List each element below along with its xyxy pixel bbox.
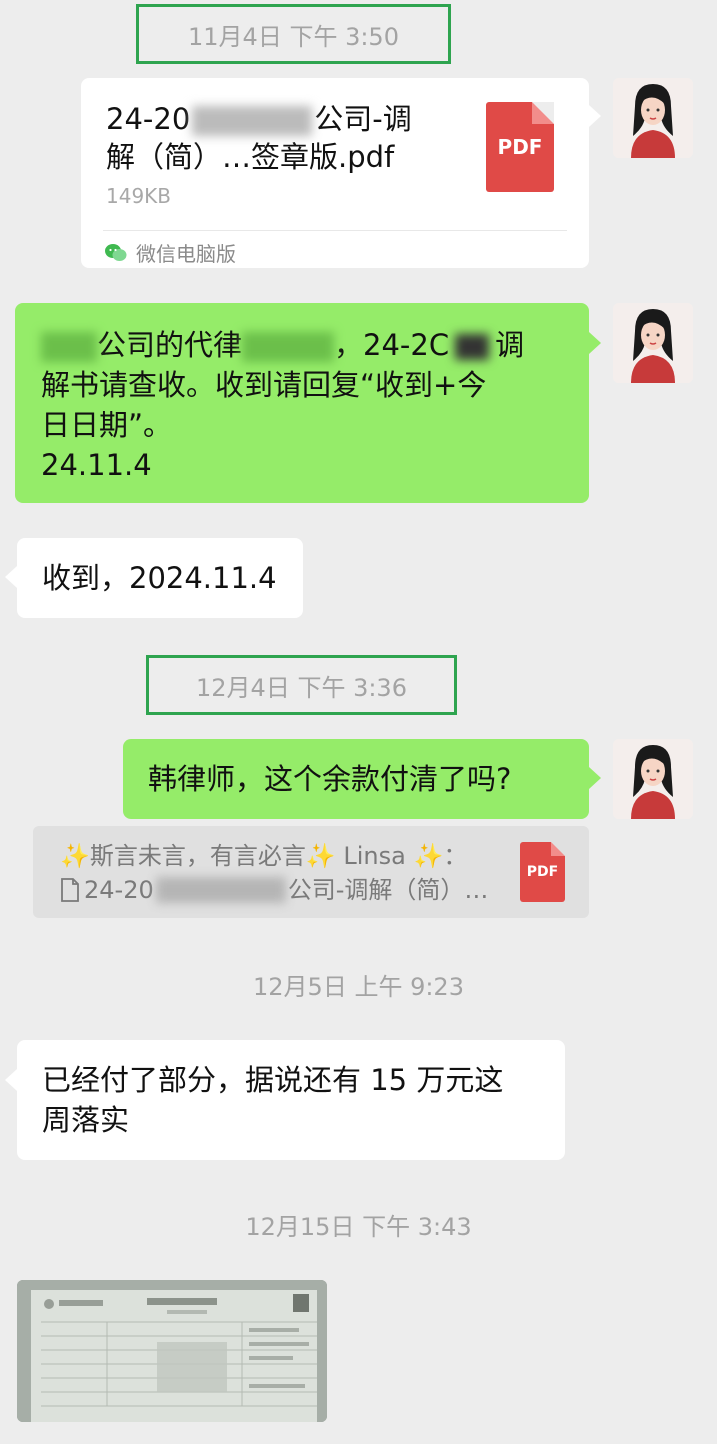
redacted-text	[155, 877, 286, 903]
image-message[interactable]	[17, 1280, 327, 1422]
wechat-icon	[105, 243, 127, 261]
file-message-card[interactable]: 24-20 公司-调 解（简）…签章版.pdf 149KB PDF 微信电脑版	[81, 78, 589, 268]
message-text: 韩律师，这个余款付清了吗?	[148, 762, 512, 796]
file-name: 24-20 公司-调 解（简）…签章版.pdf	[106, 100, 466, 176]
redacted-text	[41, 332, 97, 362]
bubble-tail	[589, 105, 601, 127]
message-bubble-outgoing[interactable]: 公司的代律 ，24-2C 调 解书请查收。收到请回复“收到+今 日日期”。 24.1…	[15, 303, 589, 503]
avatar-image	[613, 303, 693, 383]
quoted-message[interactable]: ✨斯言未言，有言必言✨ Linsa ✨： 24-20 公司-调解（简）… PDF	[33, 826, 589, 918]
timestamp-text: 11月4日 下午 3:50	[188, 22, 399, 51]
timestamp: 12月15日 下午 3:43	[245, 1213, 472, 1241]
message-line: 公司的代律 ，24-2C 调	[41, 325, 563, 365]
message-line: 24.11.4	[41, 448, 152, 482]
message-bubble-outgoing[interactable]: 韩律师，这个余款付清了吗?	[123, 739, 589, 819]
avatar-image	[613, 739, 693, 819]
avatar[interactable]	[613, 739, 693, 819]
redacted-text	[455, 334, 490, 360]
timestamp: 12月4日 下午 3:36	[146, 655, 457, 715]
avatar-image	[613, 78, 693, 158]
file-name-suffix: 公司-调	[314, 102, 412, 136]
pdf-icon: PDF	[520, 842, 565, 902]
file-size: 149KB	[106, 184, 172, 208]
message-bubble-incoming[interactable]: 收到，2024.11.4	[17, 538, 303, 618]
file-name-line2: 解（简）…签章版.pdf	[106, 140, 395, 174]
bubble-tail	[589, 767, 601, 789]
message-line: 周落实	[42, 1103, 130, 1137]
avatar[interactable]	[613, 303, 693, 383]
source-label: 微信电脑版	[136, 242, 236, 266]
message-text: 收到，2024.11.4	[42, 561, 277, 595]
file-source: 微信电脑版	[104, 238, 236, 267]
message-bubble-incoming[interactable]: 已经付了部分，据说还有 15 万元这 周落实	[17, 1040, 565, 1160]
timestamp-text: 12月4日 下午 3:36	[196, 673, 407, 702]
redacted-text	[242, 332, 335, 362]
quote-sender: ✨斯言未言，有言必言✨ Linsa ✨：	[60, 842, 468, 870]
quote-file: 24-20 公司-调解（简）…	[60, 874, 488, 906]
receipt-image	[17, 1280, 327, 1422]
divider	[103, 230, 567, 231]
bubble-tail	[5, 1069, 17, 1091]
bubble-tail	[589, 332, 601, 354]
file-name-prefix: 24-20	[106, 102, 191, 136]
bubble-tail	[5, 566, 17, 588]
pdf-icon: PDF	[486, 102, 554, 192]
message-line: 已经付了部分，据说还有 15 万元这	[42, 1063, 504, 1097]
avatar[interactable]	[613, 78, 693, 158]
message-line: 解书请查收。收到请回复“收到+今	[41, 368, 487, 402]
document-icon	[61, 878, 79, 902]
timestamp: 12月5日 上午 9:23	[253, 973, 464, 1001]
message-line: 日日期”。	[41, 408, 173, 442]
timestamp: 11月4日 下午 3:50	[136, 4, 451, 64]
redacted-text	[192, 106, 313, 136]
